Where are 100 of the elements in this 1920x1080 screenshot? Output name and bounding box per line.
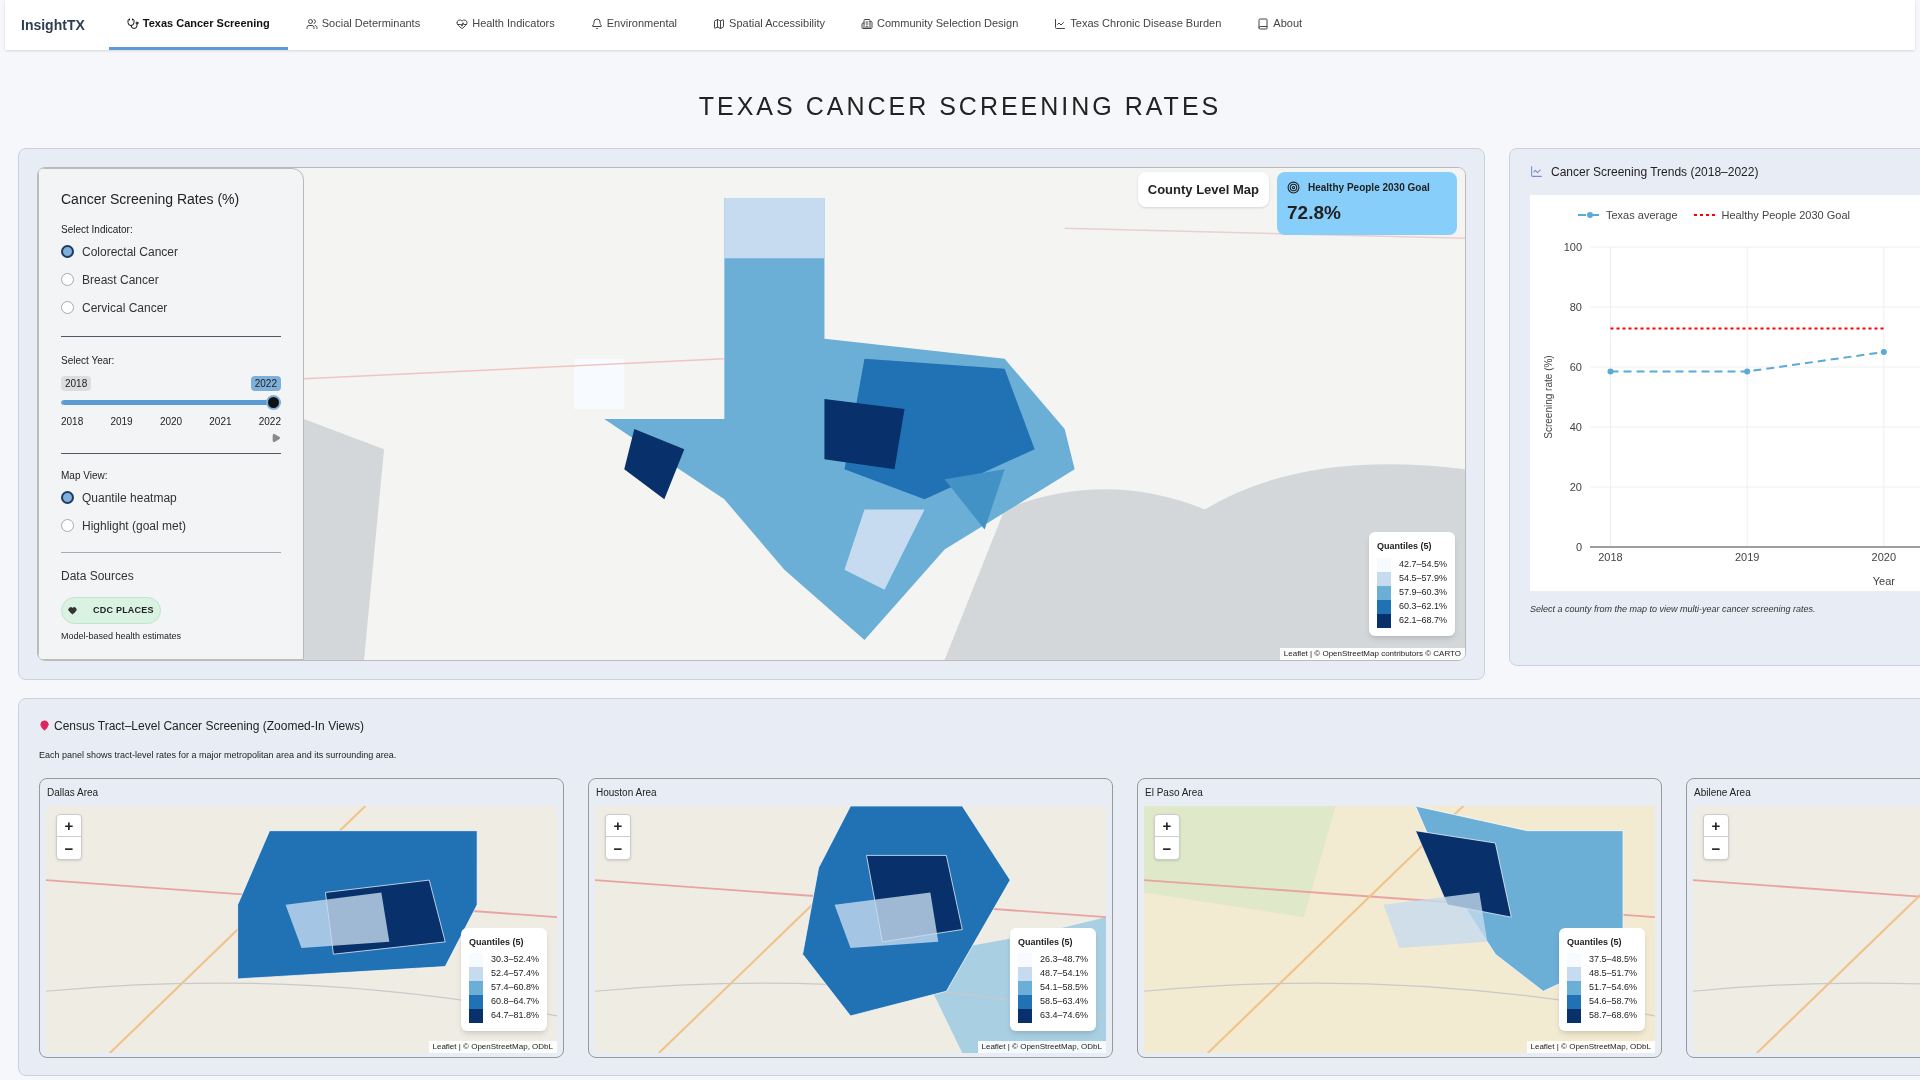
legend-label: 30.3–52.4% xyxy=(490,953,539,967)
radio-button[interactable] xyxy=(61,301,74,314)
legend-title: Quantiles (5) xyxy=(1017,935,1074,949)
legend-label: 60.8–64.7% xyxy=(490,995,539,1009)
field-label: Select Indicator: xyxy=(61,222,134,237)
legend-label: Healthy People 2030 Goal xyxy=(1721,207,1850,223)
y-tick-label: 80 xyxy=(1569,301,1582,313)
map-label: County Level Map xyxy=(1137,171,1269,207)
y-axis-title: Screening rate (%) xyxy=(1543,355,1554,439)
radio-label[interactable]: Highlight (goal met) xyxy=(82,516,187,535)
slider-min-label: 2018 xyxy=(61,375,92,391)
legend-label: 51.7–54.6% xyxy=(1588,981,1637,995)
radio-label[interactable]: Breast Cancer xyxy=(82,270,159,289)
nav-tab[interactable]: Health Indicators xyxy=(438,0,573,50)
nav-tab[interactable]: Texas Cancer Screening xyxy=(108,0,288,50)
source-note: Model-based health estimates xyxy=(61,630,183,643)
slider-tick-label: 2020 xyxy=(159,414,183,429)
radio-button[interactable] xyxy=(61,491,74,504)
legend-label: 57.4–60.8% xyxy=(490,981,539,995)
zoom-in-button[interactable]: + xyxy=(606,815,630,837)
map-attribution: Leaflet | © OpenStreetMap, ODbL xyxy=(977,1041,1106,1053)
tab-icon xyxy=(1257,17,1270,30)
tab-icon xyxy=(1054,17,1067,30)
zoom-out-button[interactable]: − xyxy=(57,837,81,859)
legend-label: Texas average xyxy=(1606,207,1678,223)
radio-label[interactable]: Quantile heatmap xyxy=(82,488,177,507)
nav-tab[interactable]: Social Determinants xyxy=(287,0,439,50)
legend-label: 57.9–60.3% xyxy=(1398,585,1447,599)
nav-tab[interactable]: Spatial Accessibility xyxy=(695,0,844,50)
legend-label: 54.5–57.9% xyxy=(1398,571,1447,585)
zoom-out-button[interactable]: − xyxy=(1704,837,1728,859)
goal-title: Healthy People 2030 Goal xyxy=(1308,180,1430,195)
radio-button[interactable] xyxy=(61,245,74,258)
legend-label: 62.1–68.7% xyxy=(1398,613,1447,627)
badge-label: CDC PLACES xyxy=(93,603,154,617)
radio-label[interactable]: Colorectal Cancer xyxy=(82,242,179,261)
x-tick-label: 2020 xyxy=(1871,551,1897,563)
y-tick-label: 60 xyxy=(1569,361,1582,373)
zoom-in-button[interactable]: + xyxy=(57,815,81,837)
legend-label: 54.1–58.5% xyxy=(1039,981,1088,995)
radio-button[interactable] xyxy=(61,519,74,532)
x-axis-title: Year xyxy=(1872,575,1895,587)
target-icon xyxy=(1287,180,1300,194)
x-tick-label: 2018 xyxy=(1598,551,1623,563)
field-label: Map View: xyxy=(61,468,109,483)
legend-title: Quantiles (5) xyxy=(1376,540,1433,553)
slider-value-label: 2022 xyxy=(250,375,281,391)
section-title: Census Tract–Level Cancer Screening (Zoomed-In Views) xyxy=(54,717,364,735)
legend-title: Quantiles (5) xyxy=(468,935,525,949)
legend-label: 63.4–74.6% xyxy=(1039,1009,1088,1023)
chart-note: Select a county from the map to view multi-year cancer screening rates. xyxy=(1530,603,1817,616)
zoom-in-button[interactable]: + xyxy=(1155,815,1179,837)
section-note: Each panel shows tract-level rates for a major metropolitan area and its surrounding area. xyxy=(39,748,398,762)
x-tick-label: 2019 xyxy=(1734,551,1760,563)
legend-label: 58.5–63.4% xyxy=(1039,995,1088,1009)
legend-label: 54.6–58.7% xyxy=(1588,995,1637,1009)
zoom-out-button[interactable]: − xyxy=(1155,837,1179,859)
radio-button[interactable] xyxy=(61,273,74,286)
card-title: Dallas Area xyxy=(46,786,100,800)
y-tick-label: 100 xyxy=(1563,241,1582,253)
chart-icon xyxy=(1530,165,1543,178)
year-slider[interactable] xyxy=(61,394,281,410)
map-attribution: Leaflet | © OpenStreetMap, ODbL xyxy=(1526,1041,1655,1053)
slider-tick-label: 2018 xyxy=(61,414,84,429)
tab-icon xyxy=(861,17,874,30)
nav-tab[interactable]: Texas Chronic Disease Burden xyxy=(1036,0,1240,50)
brand-logo[interactable]: InsightTX xyxy=(21,14,85,36)
section-title: Data Sources xyxy=(61,567,135,585)
nav-tab[interactable]: Community Selection Design xyxy=(843,0,1037,50)
map-attribution: Leaflet | © OpenStreetMap, ODbL xyxy=(428,1041,557,1053)
radio-label[interactable]: Cervical Cancer xyxy=(82,298,168,317)
slider-tick-label: 2019 xyxy=(110,414,133,429)
legend-line-icon xyxy=(1578,210,1602,219)
slider-thumb[interactable] xyxy=(266,394,281,410)
card-title: Abilene Area xyxy=(1693,786,1752,800)
zoom-out-button[interactable]: − xyxy=(606,837,630,859)
legend-label: 52.4–57.4% xyxy=(490,967,539,981)
field-label: Select Year: xyxy=(61,353,116,368)
tab-icon xyxy=(590,17,603,30)
legend-label: 64.7–81.8% xyxy=(490,1009,539,1023)
panel-title: Cancer Screening Trends (2018–2022) xyxy=(1551,163,1759,181)
slider-tick-label: 2021 xyxy=(209,414,232,429)
tab-icon xyxy=(713,17,726,30)
legend-label: 26.3–48.7% xyxy=(1039,953,1088,967)
legend-label: 42.7–54.5% xyxy=(1398,557,1447,571)
legend-label: 48.7–54.1% xyxy=(1039,967,1088,981)
card-title: Houston Area xyxy=(595,786,658,800)
heart-icon xyxy=(68,605,77,615)
tab-icon xyxy=(126,17,139,30)
play-icon xyxy=(271,432,281,443)
tab-icon xyxy=(305,17,318,30)
nav-tab[interactable]: Environmental xyxy=(572,0,696,50)
y-tick-label: 40 xyxy=(1569,421,1582,433)
slider-tick-label: 2022 xyxy=(258,414,281,429)
nav-tab[interactable]: About xyxy=(1239,0,1321,50)
pin-icon xyxy=(39,720,50,731)
zoom-in-button[interactable]: + xyxy=(1704,815,1728,837)
y-tick-label: 0 xyxy=(1575,541,1582,553)
legend-label: 60.3–62.1% xyxy=(1398,599,1447,613)
goal-value: 72.8% xyxy=(1287,200,1342,225)
